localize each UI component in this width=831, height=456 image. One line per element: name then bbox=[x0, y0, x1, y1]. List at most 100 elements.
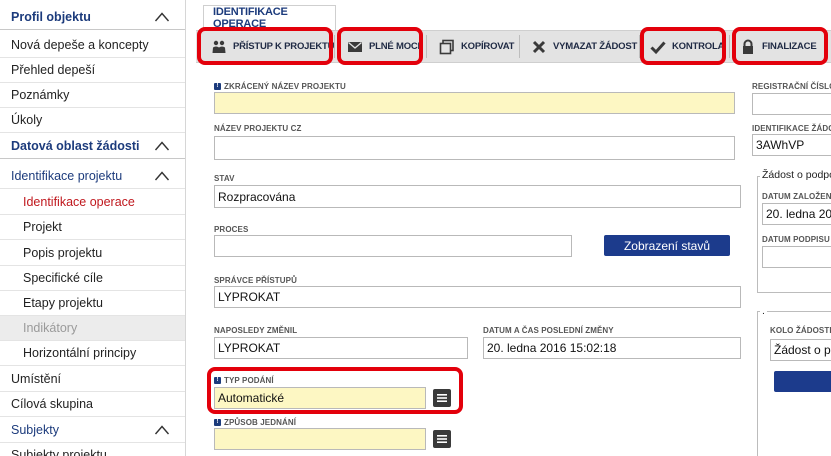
sidebar-navigation: Profil objektu Nová depeše a koncepty Přeh… bbox=[0, 0, 186, 456]
sidebar-item-cilova-skupina[interactable]: Cílová skupina bbox=[0, 392, 185, 417]
chevron-up-icon[interactable] bbox=[154, 10, 170, 24]
sidebar-item-popis-projektu[interactable]: Popis projektu bbox=[0, 241, 185, 266]
plne-moci-label: PLNÉ MOCI bbox=[369, 41, 420, 52]
naposledy-zmenil-label: NAPOSLEDY ZMĚNIL bbox=[214, 326, 298, 335]
zobrazeni-stavu-button[interactable]: Zobrazení stavů bbox=[604, 235, 730, 256]
required-icon: ! bbox=[214, 377, 221, 384]
sidebar-item-label: Popis projektu bbox=[23, 246, 103, 260]
envelope-icon bbox=[347, 39, 363, 55]
sidebar-item-label: Etapy projektu bbox=[23, 296, 103, 310]
sidebar-item-label: Datová oblast žádosti bbox=[11, 139, 140, 153]
stav-field: Rozpracována bbox=[214, 185, 741, 208]
identifikace-zadosti-field: 3AWhVP bbox=[752, 134, 831, 156]
kolo-group-title: . bbox=[760, 305, 767, 317]
kopirovat-label: KOPÍROVAT bbox=[461, 41, 515, 52]
sidebar-item-identifikace-operace[interactable]: Identifikace operace bbox=[0, 190, 185, 215]
sidebar-item-ukoly[interactable]: Úkoly bbox=[0, 108, 185, 133]
sidebar-item-label: Identifikace projektu bbox=[11, 169, 123, 183]
vymazat-zadost-label: VYMAZAT ŽÁDOST bbox=[553, 41, 638, 52]
kontrola-label: KONTROLA bbox=[672, 41, 725, 52]
sidebar-item-prehled-depesi[interactable]: Přehled depeší bbox=[0, 58, 185, 83]
spravce-pristupu-label: SPRÁVCE PŘÍSTUPŮ bbox=[214, 276, 297, 285]
chevron-up-icon[interactable] bbox=[154, 139, 170, 153]
users-icon bbox=[211, 39, 227, 55]
required-icon: ! bbox=[214, 83, 221, 90]
registracni-cislo-label: REGISTRAČNÍ ČÍSLO bbox=[752, 82, 831, 91]
sidebar-item-label: Horizontální principy bbox=[23, 346, 137, 360]
proces-field bbox=[214, 235, 572, 257]
zadost-o-podporu-title: Žádost o podporu bbox=[760, 169, 831, 181]
zpusob-jednani-label: ! ZPŮSOB JEDNÁNÍ bbox=[214, 418, 296, 427]
zkraceny-nazev-label: ! ZKRÁCENÝ NÁZEV PROJEKTU bbox=[214, 82, 346, 91]
chevron-up-icon[interactable] bbox=[154, 423, 170, 437]
vymazat-zadost-button[interactable]: VYMAZAT ŽÁDOST bbox=[531, 31, 637, 62]
registracni-cislo-field bbox=[752, 93, 831, 115]
kolo-zadosti-field: Žádost o podporu bbox=[770, 339, 831, 361]
kolo-zadosti-label: KOLO ŽÁDOSTI bbox=[770, 326, 831, 335]
kolo-action-button[interactable] bbox=[774, 371, 831, 392]
datum-zalozeni-field: 20. ledna 2016 bbox=[762, 203, 831, 225]
sidebar-item-subjekty-projektu[interactable]: Subjekty projektu bbox=[0, 443, 185, 456]
sidebar-item-label: Úkoly bbox=[11, 113, 43, 127]
sidebar-item-label: Projekt bbox=[23, 220, 62, 234]
checkmark-icon bbox=[650, 39, 666, 55]
copy-icon bbox=[439, 39, 455, 55]
chevron-up-icon[interactable] bbox=[154, 169, 170, 183]
plne-moci-button[interactable]: PLNÉ MOCI bbox=[347, 31, 420, 62]
sidebar-item-datova-oblast-zadosti[interactable]: Datová oblast žádosti bbox=[0, 134, 185, 159]
sidebar-item-label: Cílová skupina bbox=[11, 397, 93, 411]
sidebar-item-profil-objektu[interactable]: Profil objektu bbox=[0, 5, 185, 30]
zpusob-jednani-list-button[interactable] bbox=[433, 430, 451, 448]
proces-label: PROCES bbox=[214, 225, 249, 234]
zkraceny-nazev-input[interactable] bbox=[214, 92, 735, 114]
sidebar-item-horizontalni-principy[interactable]: Horizontální principy bbox=[0, 341, 185, 366]
sidebar-item-label: Subjekty bbox=[11, 423, 59, 437]
typ-podani-label: ! TYP PODÁNÍ bbox=[214, 376, 274, 385]
required-icon: ! bbox=[214, 419, 221, 426]
naposledy-zmenil-field: LYPROKAT bbox=[214, 337, 468, 359]
finalizace-button[interactable]: FINALIZACE bbox=[740, 31, 817, 62]
sidebar-item-label: Indikátory bbox=[23, 321, 78, 335]
sidebar-item-umisteni[interactable]: Umístění bbox=[0, 367, 185, 392]
main-content: IDENTIFIKACE OPERACE PŘÍSTUP K PROJEKTU … bbox=[196, 0, 831, 456]
lock-icon bbox=[740, 39, 756, 55]
sidebar-item-label: Poznámky bbox=[11, 88, 70, 102]
sidebar-item-label: Specifické cíle bbox=[23, 271, 103, 285]
sidebar-item-subjekty[interactable]: Subjekty bbox=[0, 418, 185, 443]
datum-zmeny-field: 20. ledna 2016 15:02:18 bbox=[483, 337, 741, 359]
finalizace-label: FINALIZACE bbox=[762, 41, 817, 52]
datum-zalozeni-label: DATUM ZALOŽENÍ bbox=[762, 192, 831, 201]
sidebar-item-indikatory: Indikátory bbox=[0, 316, 185, 341]
action-toolbar: PŘÍSTUP K PROJEKTU PLNÉ MOCI KOPÍROVAT V… bbox=[196, 30, 831, 63]
typ-podani-input[interactable]: Automatické bbox=[214, 387, 426, 409]
typ-podani-list-button[interactable] bbox=[433, 389, 451, 407]
sidebar-item-etapy-projektu[interactable]: Etapy projektu bbox=[0, 291, 185, 316]
sidebar-item-label: Umístění bbox=[11, 372, 62, 386]
nazev-projektu-label: NÁZEV PROJEKTU CZ bbox=[214, 124, 302, 133]
nazev-projektu-input[interactable] bbox=[214, 136, 735, 160]
sidebar-item-specificke-cile[interactable]: Specifické cíle bbox=[0, 266, 185, 291]
stav-label: STAV bbox=[214, 174, 235, 183]
datum-zmeny-label: DATUM A ČAS POSLEDNÍ ZMĚNY bbox=[483, 326, 614, 335]
sidebar-item-identifikace-projektu[interactable]: Identifikace projektu bbox=[0, 164, 185, 189]
tab-identifikace-operace[interactable]: IDENTIFIKACE OPERACE bbox=[203, 5, 336, 30]
sidebar-item-nova-depese-a-koncepty[interactable]: Nová depeše a koncepty bbox=[0, 33, 185, 58]
kontrola-button[interactable]: KONTROLA bbox=[650, 31, 724, 62]
identifikace-zadosti-label: IDENTIFIKACE ŽÁDOSTI bbox=[752, 124, 831, 133]
sidebar-item-label: Nová depeše a koncepty bbox=[11, 38, 149, 52]
sidebar-item-label: Profil objektu bbox=[11, 10, 91, 24]
kopirovat-button[interactable]: KOPÍROVAT bbox=[439, 31, 514, 62]
sidebar-item-label: Přehled depeší bbox=[11, 63, 96, 77]
sidebar-item-label: Subjekty projektu bbox=[11, 448, 107, 456]
datum-podpisu-field bbox=[762, 246, 831, 268]
spravce-pristupu-field: LYPROKAT bbox=[214, 286, 741, 308]
close-icon bbox=[531, 39, 547, 55]
datum-podpisu-label: DATUM PODPISU bbox=[762, 235, 830, 244]
list-icon bbox=[437, 394, 447, 402]
zpusob-jednani-input[interactable] bbox=[214, 428, 426, 450]
sidebar-item-poznamky[interactable]: Poznámky bbox=[0, 83, 185, 108]
pristup-k-projektu-button[interactable]: PŘÍSTUP K PROJEKTU bbox=[211, 31, 334, 62]
sidebar-item-label: Identifikace operace bbox=[23, 195, 135, 209]
list-icon bbox=[437, 435, 447, 443]
sidebar-item-projekt[interactable]: Projekt bbox=[0, 215, 185, 240]
